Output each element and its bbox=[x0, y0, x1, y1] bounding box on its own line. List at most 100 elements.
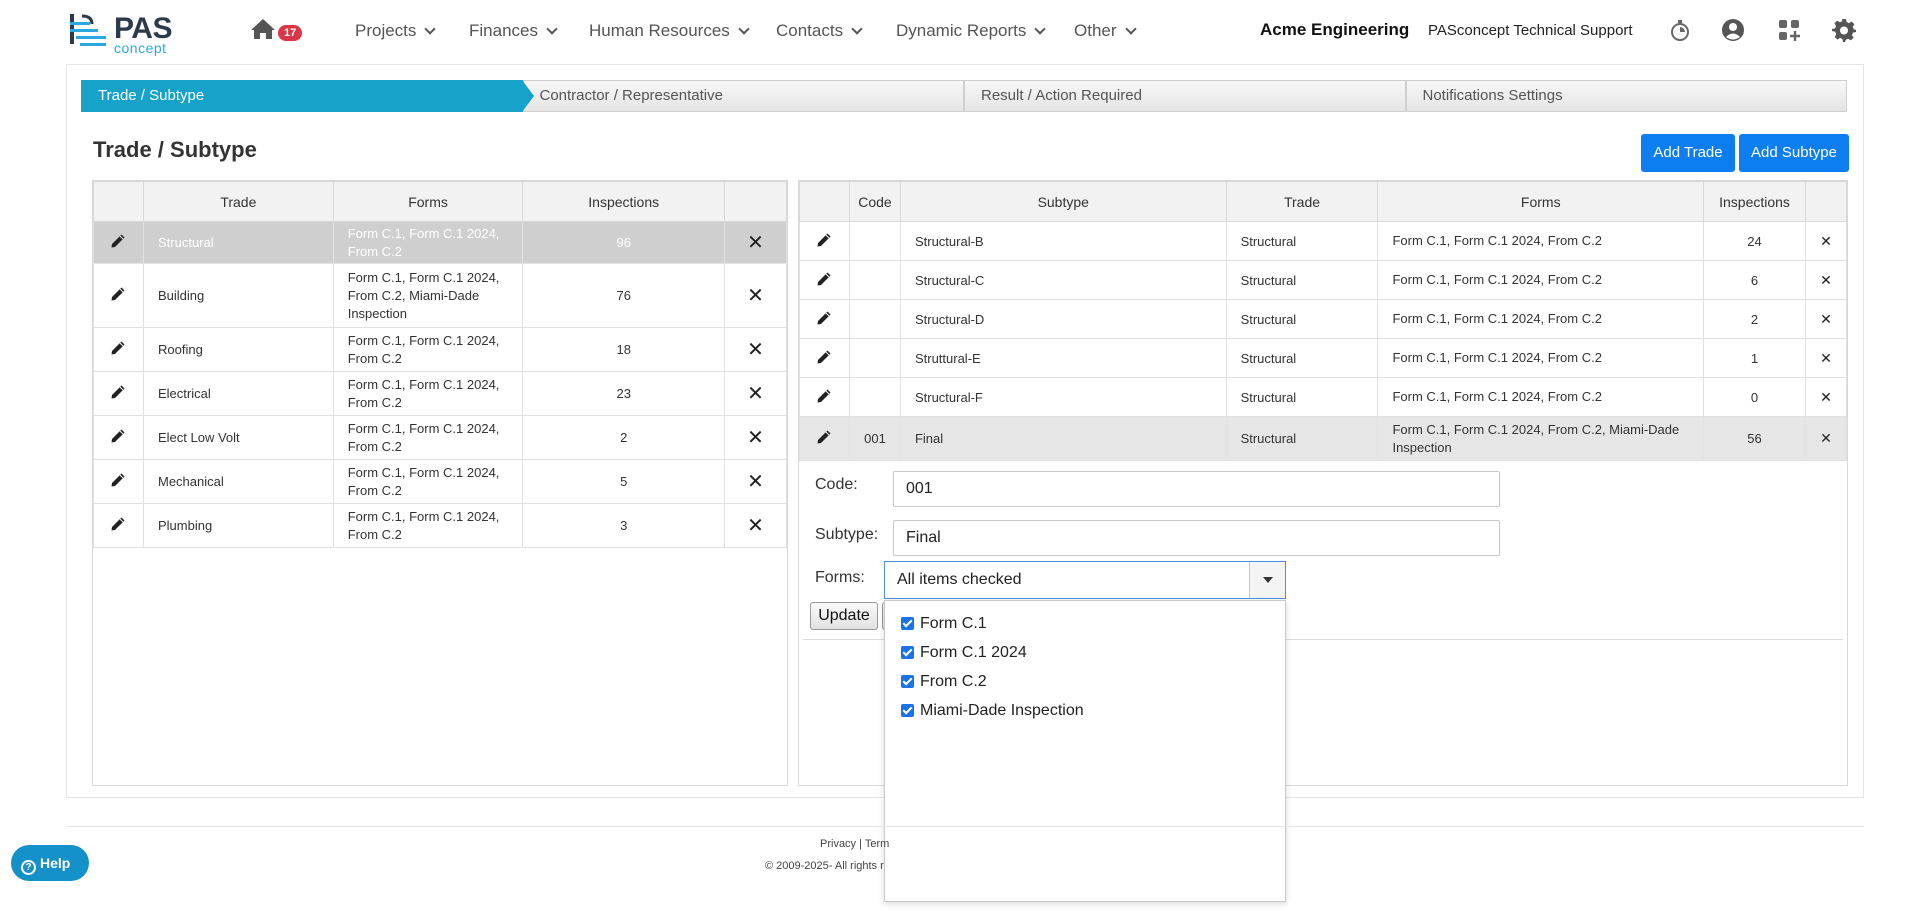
forms-cell: Form C.1, Form C.1 2024, From C.2 bbox=[332, 459, 524, 504]
delete-cell[interactable]: ✕ bbox=[1805, 377, 1847, 417]
delete-cell[interactable]: ✕ bbox=[724, 263, 787, 328]
delete-cell[interactable]: ✕ bbox=[1805, 299, 1847, 339]
close-icon[interactable]: ✕ bbox=[747, 427, 764, 449]
delete-cell[interactable]: ✕ bbox=[1805, 338, 1847, 378]
delete-cell[interactable]: ✕ bbox=[1805, 416, 1847, 461]
edit-cell[interactable] bbox=[93, 327, 144, 372]
trade-column-header[interactable]: Trade bbox=[142, 181, 334, 222]
close-icon[interactable]: ✕ bbox=[747, 232, 764, 254]
table-row[interactable]: Mechanical Form C.1, Form C.1 2024, From … bbox=[93, 459, 787, 504]
edit-cell[interactable] bbox=[799, 299, 850, 339]
delete-cell[interactable]: ✕ bbox=[1805, 221, 1847, 261]
edit-cell[interactable] bbox=[93, 221, 144, 264]
inspections-column-header[interactable]: Inspections bbox=[522, 181, 726, 222]
table-row[interactable]: Plumbing Form C.1, Form C.1 2024, From C.… bbox=[93, 503, 787, 548]
inspections-cell: 5 bbox=[522, 459, 726, 504]
add-trade-button[interactable]: Add Trade bbox=[1641, 134, 1735, 172]
table-row[interactable]: Electrical Form C.1, Form C.1 2024, From … bbox=[93, 371, 787, 416]
close-icon[interactable]: ✕ bbox=[1820, 350, 1832, 366]
inspections-column-header[interactable]: Inspections bbox=[1703, 181, 1806, 222]
forms-column-header[interactable]: Forms bbox=[1377, 181, 1705, 222]
table-row[interactable]: Structural-B Structural Form C.1, Form C.1… bbox=[799, 221, 1847, 261]
subtype-column-header[interactable]: Subtype bbox=[899, 181, 1227, 222]
nav-other[interactable]: Other bbox=[1074, 18, 1137, 44]
nav-finances[interactable]: Finances bbox=[469, 18, 558, 44]
close-icon[interactable]: ✕ bbox=[747, 471, 764, 493]
close-icon[interactable]: ✕ bbox=[1820, 389, 1832, 405]
delete-cell[interactable]: ✕ bbox=[724, 371, 787, 416]
update-button[interactable]: Update bbox=[810, 602, 878, 630]
forms-column-header[interactable]: Forms bbox=[332, 181, 524, 222]
checkbox-checked-icon[interactable] bbox=[901, 675, 914, 688]
technical-support-link[interactable]: PASconcept Technical Support bbox=[1428, 22, 1633, 39]
subtypes-table-body: Structural-B Structural Form C.1, Form C.1… bbox=[799, 221, 1847, 461]
edit-cell[interactable] bbox=[799, 377, 850, 417]
home-button[interactable]: 17 bbox=[250, 18, 303, 44]
delete-cell[interactable]: ✕ bbox=[724, 503, 787, 548]
option-label: Form C.1 2024 bbox=[920, 643, 1027, 661]
table-row[interactable]: 001 Final Structural Form C.1, Form C.1 202… bbox=[799, 416, 1847, 461]
step-trade-subtype[interactable]: Trade / Subtype bbox=[81, 80, 534, 112]
trade-column-header[interactable]: Trade bbox=[1225, 181, 1379, 222]
nav-dynamic-reports[interactable]: Dynamic Reports bbox=[896, 18, 1047, 44]
edit-cell[interactable] bbox=[93, 415, 144, 460]
delete-cell[interactable]: ✕ bbox=[724, 415, 787, 460]
timer-button[interactable] bbox=[1668, 18, 1692, 42]
edit-cell[interactable] bbox=[799, 221, 850, 261]
edit-cell[interactable] bbox=[799, 260, 850, 300]
edit-cell[interactable] bbox=[799, 338, 850, 378]
pasconcept-logo[interactable]: PAS concept bbox=[70, 12, 180, 56]
nav-contacts[interactable]: Contacts bbox=[776, 18, 863, 44]
table-row[interactable]: Struttural-E Structural Form C.1, Form C.1… bbox=[799, 338, 1847, 378]
close-icon[interactable]: ✕ bbox=[1820, 272, 1832, 288]
checkbox-checked-icon[interactable] bbox=[901, 617, 914, 630]
step-result-action-required[interactable]: Result / Action Required bbox=[964, 80, 1406, 112]
delete-cell[interactable]: ✕ bbox=[724, 221, 787, 264]
code-column-header[interactable]: Code bbox=[848, 181, 901, 222]
table-row[interactable]: Structural-F Structural Form C.1, Form C.1… bbox=[799, 377, 1847, 417]
edit-cell[interactable] bbox=[799, 416, 850, 461]
forms-option[interactable]: Miami-Dade Inspection bbox=[885, 696, 1285, 725]
close-icon[interactable]: ✕ bbox=[747, 383, 764, 405]
code-input[interactable]: 001 bbox=[893, 471, 1500, 507]
table-row[interactable]: Structural Form C.1, Form C.1 2024, From … bbox=[93, 221, 787, 264]
close-icon[interactable]: ✕ bbox=[1820, 430, 1832, 446]
option-label: Miami-Dade Inspection bbox=[920, 701, 1084, 719]
table-row[interactable]: Elect Low Volt Form C.1, Form C.1 2024, F… bbox=[93, 415, 787, 460]
forms-option[interactable]: Form C.1 2024 bbox=[885, 638, 1285, 667]
close-icon[interactable]: ✕ bbox=[747, 515, 764, 537]
settings-button[interactable] bbox=[1832, 18, 1856, 42]
edit-cell[interactable] bbox=[93, 263, 144, 328]
table-row[interactable]: Roofing Form C.1, Form C.1 2024, From C.2… bbox=[93, 327, 787, 372]
pencil-icon bbox=[817, 233, 831, 246]
help-button[interactable]: ? Help bbox=[11, 845, 89, 881]
subtype-input[interactable]: Final bbox=[893, 520, 1500, 556]
edit-cell[interactable] bbox=[93, 459, 144, 504]
table-row[interactable]: Building Form C.1, Form C.1 2024, From C.… bbox=[93, 263, 787, 328]
forms-option[interactable]: Form C.1 bbox=[885, 609, 1285, 638]
delete-cell[interactable]: ✕ bbox=[1805, 260, 1847, 300]
forms-multiselect[interactable]: All items checked bbox=[884, 561, 1286, 599]
delete-cell[interactable]: ✕ bbox=[724, 327, 787, 372]
nav-projects[interactable]: Projects bbox=[355, 18, 437, 44]
add-subtype-button[interactable]: Add Subtype bbox=[1739, 134, 1849, 172]
nav-human-resources[interactable]: Human Resources bbox=[589, 18, 750, 44]
table-row[interactable]: Structural-D Structural Form C.1, Form C.1… bbox=[799, 299, 1847, 339]
close-icon[interactable]: ✕ bbox=[1820, 233, 1832, 249]
close-icon[interactable]: ✕ bbox=[747, 285, 764, 307]
step-notifications-settings[interactable]: Notifications Settings bbox=[1405, 80, 1847, 112]
dropdown-toggle[interactable] bbox=[1249, 562, 1285, 598]
forms-option[interactable]: From C.2 bbox=[885, 667, 1285, 696]
checkbox-checked-icon[interactable] bbox=[901, 646, 914, 659]
checkbox-checked-icon[interactable] bbox=[901, 704, 914, 717]
edit-cell[interactable] bbox=[93, 371, 144, 416]
close-icon[interactable]: ✕ bbox=[747, 339, 764, 361]
delete-cell[interactable]: ✕ bbox=[724, 459, 787, 504]
apps-button[interactable] bbox=[1777, 18, 1801, 42]
edit-cell[interactable] bbox=[93, 503, 144, 548]
footer-links[interactable]: Privacy | Term bbox=[820, 838, 889, 850]
step-contractor-representative[interactable]: Contractor / Representative bbox=[522, 80, 964, 112]
user-profile-button[interactable] bbox=[1721, 18, 1745, 42]
table-row[interactable]: Structural-C Structural Form C.1, Form C.1… bbox=[799, 260, 1847, 300]
close-icon[interactable]: ✕ bbox=[1820, 311, 1832, 327]
